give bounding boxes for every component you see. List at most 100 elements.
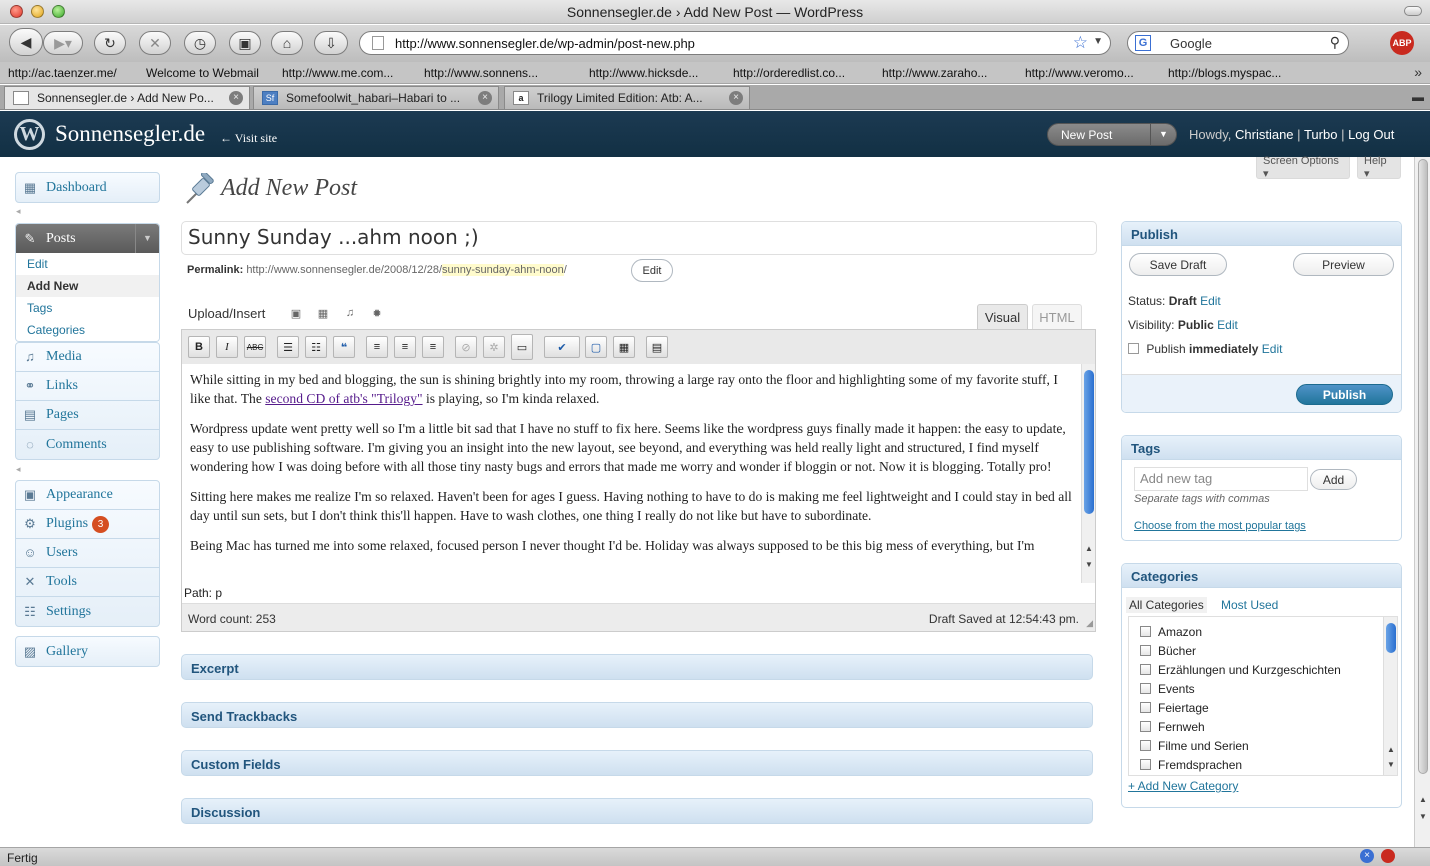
publish-heading[interactable]: Publish	[1122, 222, 1401, 246]
resize-handle-icon[interactable]: ◢	[1086, 618, 1093, 629]
menu-item-plugins[interactable]: ⚙ Plugins 3	[16, 510, 159, 539]
scroll-up-icon[interactable]: ▲	[1083, 544, 1095, 556]
logout-link[interactable]: Log Out	[1348, 127, 1394, 142]
scroll-up-icon[interactable]: ▲	[1417, 795, 1429, 807]
add-tag-button[interactable]: Add	[1310, 469, 1357, 490]
menu-separator-arrow-icon[interactable]: ◂	[16, 464, 21, 475]
url-bar[interactable]: http://www.sonnensegler.de/wp-admin/post…	[359, 31, 1111, 55]
search-bar[interactable]: G Google ⚲	[1127, 31, 1349, 55]
align-center-button[interactable]: ≡	[394, 336, 416, 358]
scroll-down-icon[interactable]: ▼	[1417, 812, 1429, 824]
publish-button[interactable]: Publish	[1296, 384, 1393, 405]
browser-tab[interactable]: a Trilogy Limited Edition: Atb: A... ×	[504, 86, 750, 109]
menu-item-gallery[interactable]: ▨ Gallery	[16, 637, 159, 666]
menu-item-pages[interactable]: ▤ Pages	[16, 401, 159, 430]
bullet-list-button[interactable]: ☰	[277, 336, 299, 358]
help-button[interactable]: Help ▾	[1357, 155, 1401, 180]
screen-options-button[interactable]: Screen Options ▾	[1256, 155, 1350, 180]
menu-item-posts[interactable]: ✎ Posts ▼	[16, 224, 159, 253]
category-checkbox[interactable]	[1140, 721, 1151, 732]
scroll-down-icon[interactable]: ▼	[1083, 560, 1095, 572]
tab-list-icon[interactable]: ▬	[1412, 90, 1424, 104]
search-input[interactable]: Google	[1170, 36, 1212, 51]
menu-item-media[interactable]: ♫ Media	[16, 343, 159, 372]
numbered-list-button[interactable]: ☷	[305, 336, 327, 358]
tab-close-icon[interactable]: ×	[478, 91, 492, 105]
add-media-icon[interactable]: ✹	[370, 307, 384, 321]
home-button[interactable]: ⌂	[271, 31, 303, 55]
bookmark-link[interactable]: http://orderedlist.co...	[733, 66, 845, 80]
align-right-button[interactable]: ≡	[422, 336, 444, 358]
bookmark-link[interactable]: http://www.veromo...	[1025, 66, 1134, 80]
page-scrollbar[interactable]: ▲ ▼	[1414, 157, 1430, 847]
postbox-trackbacks[interactable]: Send Trackbacks	[181, 702, 1093, 728]
bookmark-link[interactable]: http://www.sonnens...	[424, 66, 538, 80]
categories-heading[interactable]: Categories	[1122, 564, 1401, 588]
favorite-actions-dropdown[interactable]: New Post ▼	[1047, 123, 1177, 146]
forward-button[interactable]: ▶▾	[43, 31, 83, 55]
adblock-icon[interactable]: ABP	[1390, 31, 1414, 55]
adblock-status-icon[interactable]	[1381, 849, 1395, 863]
unlink-button[interactable]: ✲	[483, 336, 505, 358]
browser-tab[interactable]: Sf Somefoolwit_habari–Habari to ... ×	[253, 86, 499, 109]
bookmarks-button[interactable]: ▣	[229, 31, 261, 55]
category-checkbox[interactable]	[1140, 683, 1151, 694]
favorite-action-label[interactable]: New Post	[1061, 128, 1112, 142]
tab-all-categories[interactable]: All Categories	[1126, 597, 1207, 613]
menu-item-users[interactable]: ☺ Users	[16, 539, 159, 568]
bookmarks-overflow-icon[interactable]: »	[1414, 64, 1422, 80]
add-new-category-link[interactable]: + Add New Category	[1128, 779, 1238, 793]
category-item[interactable]: Erzählungen und Kurzgeschichten	[1140, 660, 1341, 679]
scrollbar-thumb[interactable]	[1418, 159, 1428, 774]
history-button[interactable]: ◷	[184, 31, 216, 55]
chevron-down-icon[interactable]: ▼	[1150, 124, 1176, 145]
add-video-icon[interactable]: ▦	[316, 307, 330, 321]
category-checkbox[interactable]	[1140, 645, 1151, 656]
profile-link[interactable]: Christiane	[1235, 127, 1294, 142]
scroll-down-icon[interactable]: ▼	[1385, 760, 1397, 772]
postbox-excerpt[interactable]: Excerpt	[181, 654, 1093, 680]
tab-html[interactable]: HTML	[1032, 304, 1082, 329]
bookmark-star-icon[interactable]: ☆	[1073, 33, 1088, 53]
category-checkbox[interactable]	[1140, 626, 1151, 637]
category-item[interactable]: Fernweh	[1140, 717, 1205, 736]
fullscreen-button[interactable]: ▢	[585, 336, 607, 358]
tab-most-used[interactable]: Most Used	[1221, 598, 1278, 612]
close-icon[interactable]: ×	[1360, 849, 1374, 863]
submenu-item-tags[interactable]: Tags	[16, 297, 159, 319]
postbox-custom-fields[interactable]: Custom Fields	[181, 750, 1093, 776]
permalink-slug[interactable]: sunny-sunday-ahm-noon	[442, 264, 564, 276]
bookmark-link[interactable]: http://www.me.com...	[282, 66, 393, 80]
back-button[interactable]: ◀	[9, 28, 43, 56]
italic-button[interactable]: I	[216, 336, 238, 358]
visit-site-link[interactable]: ← Visit site	[220, 131, 277, 146]
menu-item-tools[interactable]: ✕ Tools	[16, 568, 159, 597]
browser-tab[interactable]: Sonnensegler.de › Add New Po... ×	[4, 86, 250, 109]
chevron-down-icon[interactable]: ▼	[135, 224, 159, 253]
kitchen-sink-button[interactable]: ▦	[613, 336, 635, 358]
schedule-edit-link[interactable]: Edit	[1262, 342, 1283, 356]
tab-visual[interactable]: Visual	[977, 304, 1028, 329]
visibility-edit-link[interactable]: Edit	[1217, 318, 1238, 332]
tags-heading[interactable]: Tags	[1122, 436, 1401, 460]
tab-close-icon[interactable]: ×	[229, 91, 243, 105]
tab-close-icon[interactable]: ×	[729, 91, 743, 105]
category-item[interactable]: Feiertage	[1140, 698, 1209, 717]
new-tag-input[interactable]: Add new tag	[1134, 467, 1308, 491]
post-title-input[interactable]: Sunny Sunday ...ahm noon ;)	[181, 221, 1097, 255]
category-checkbox[interactable]	[1140, 740, 1151, 751]
permalink-edit-button[interactable]: Edit	[631, 259, 673, 282]
scrollbar-thumb[interactable]	[1084, 370, 1094, 514]
insert-link-button[interactable]: ⊘	[455, 336, 477, 358]
category-checkbox[interactable]	[1140, 664, 1151, 675]
bookmark-link[interactable]: Welcome to Webmail	[146, 66, 259, 80]
category-checkbox[interactable]	[1140, 759, 1151, 770]
editor-content[interactable]: While sitting in my bed and blogging, th…	[182, 364, 1082, 583]
reload-button[interactable]: ↻	[94, 31, 126, 55]
align-left-button[interactable]: ≡	[366, 336, 388, 358]
downloads-button[interactable]: ⇩	[314, 31, 348, 55]
submenu-item-add-new[interactable]: Add New	[16, 275, 159, 297]
insert-more-button[interactable]: ▭	[511, 334, 533, 360]
save-draft-button[interactable]: Save Draft	[1129, 253, 1227, 276]
add-audio-icon[interactable]: ♫	[343, 307, 357, 321]
